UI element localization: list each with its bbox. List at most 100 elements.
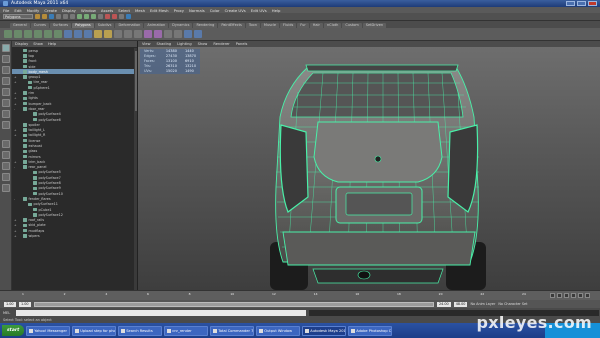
menu-item[interactable]: Color [210, 8, 220, 13]
close-button[interactable] [588, 1, 597, 6]
taskbar-button[interactable]: Output Window [256, 325, 301, 336]
outliner-row[interactable]: + wipers [12, 233, 137, 238]
split-polygon-icon[interactable] [144, 30, 152, 38]
menu-item[interactable]: Display [62, 8, 76, 13]
open-scene-icon[interactable] [42, 14, 47, 19]
smooth-icon[interactable] [94, 30, 102, 38]
mirror-geometry-icon[interactable] [174, 30, 182, 38]
hypershade-layout-icon[interactable] [1, 184, 10, 192]
poly-cube-icon[interactable] [14, 30, 22, 38]
extract-icon[interactable] [84, 30, 92, 38]
menu-item[interactable]: Edit [14, 8, 21, 13]
expand-toggle-icon[interactable]: - [14, 197, 18, 201]
outliner-menu-item[interactable]: Show [33, 42, 43, 46]
expand-toggle-icon[interactable]: - [14, 165, 18, 169]
append-polygon-icon[interactable] [134, 30, 142, 38]
persp-outliner-layout-icon[interactable] [1, 162, 10, 170]
snap-point-icon[interactable] [91, 14, 96, 19]
viewport-menu-item[interactable]: Show [198, 42, 208, 46]
snap-grid-icon[interactable] [77, 14, 82, 19]
snap-curve-icon[interactable] [84, 14, 89, 19]
rotate-tool-icon[interactable] [1, 88, 10, 96]
menu-item[interactable]: Modify [27, 8, 40, 13]
outliner-scrollbar[interactable] [134, 48, 137, 290]
select-tool-icon[interactable] [1, 44, 10, 52]
anim-start-field[interactable]: 1.00 [19, 301, 31, 307]
viewport-menu-item[interactable]: Panels [236, 42, 248, 46]
taskbar-button[interactable]: cnr_render [164, 325, 209, 336]
viewport-menu-item[interactable]: Lighting [177, 42, 192, 46]
perspective-viewport[interactable]: View Shading Lighting Show Renderer Panels Ve… [138, 41, 600, 290]
expand-toggle-icon[interactable]: + [14, 75, 18, 79]
outliner-menu-item[interactable]: Display [15, 42, 28, 46]
viewport-menu-item[interactable]: View [142, 42, 151, 46]
menu-item[interactable]: Mesh [135, 8, 145, 13]
expand-toggle-icon[interactable]: - [14, 107, 18, 111]
menu-item[interactable]: Normals [189, 8, 205, 13]
viewport-menu-item[interactable]: Shading [157, 42, 172, 46]
menu-item[interactable]: Edit Mesh [150, 8, 169, 13]
character-set-label[interactable]: No Character Set [498, 302, 527, 306]
taskbar-button[interactable]: Search Results [118, 325, 163, 336]
go-to-end-icon[interactable] [585, 293, 590, 298]
persp-graph-layout-icon[interactable] [1, 173, 10, 181]
move-tool-icon[interactable] [1, 77, 10, 85]
select-object-icon[interactable] [63, 14, 68, 19]
menu-item[interactable]: File [3, 8, 9, 13]
car-wireframe-model[interactable] [138, 47, 600, 290]
menu-set-select[interactable]: Polygons [3, 14, 33, 19]
extrude-icon[interactable] [114, 30, 122, 38]
select-component-icon[interactable] [70, 14, 75, 19]
combine-icon[interactable] [64, 30, 72, 38]
new-scene-icon[interactable] [35, 14, 40, 19]
menu-item[interactable]: Help [272, 8, 281, 13]
render-settings-icon[interactable] [119, 14, 124, 19]
maximize-button[interactable] [577, 1, 586, 6]
lasso-tool-icon[interactable] [1, 55, 10, 63]
minimize-button[interactable] [566, 1, 575, 6]
render-icon[interactable] [105, 14, 110, 19]
mel-toggle[interactable]: MEL [3, 311, 13, 315]
last-tool-icon[interactable] [1, 121, 10, 129]
planar-mapping-icon[interactable] [184, 30, 192, 38]
single-perspective-layout-icon[interactable] [1, 140, 10, 148]
boolean-icon[interactable] [104, 30, 112, 38]
go-to-start-icon[interactable] [550, 293, 555, 298]
poly-plane-icon[interactable] [44, 30, 52, 38]
uv-editor-icon[interactable] [194, 30, 202, 38]
range-start-field[interactable]: 1.00 [4, 301, 16, 307]
menu-item[interactable]: Create [44, 8, 57, 13]
step-forward-icon[interactable] [578, 293, 583, 298]
merge-vertices-icon[interactable] [164, 30, 172, 38]
menu-item[interactable]: Select [118, 8, 130, 13]
expand-toggle-icon[interactable]: + [14, 80, 18, 84]
save-scene-icon[interactable] [49, 14, 54, 19]
expand-toggle-icon[interactable]: + [14, 218, 18, 222]
taskbar-button[interactable]: Adobe Photoshop CS4 ... [348, 325, 393, 336]
expand-toggle-icon[interactable]: + [14, 160, 18, 164]
command-input[interactable] [16, 309, 306, 316]
expand-toggle-icon[interactable]: + [14, 223, 18, 227]
separate-icon[interactable] [74, 30, 82, 38]
select-hierarchy-icon[interactable] [56, 14, 61, 19]
start-button[interactable]: start [2, 325, 25, 336]
expand-toggle-icon[interactable]: + [14, 91, 18, 95]
menu-item[interactable]: Proxy [174, 8, 184, 13]
range-slider[interactable] [34, 301, 434, 307]
ipr-render-icon[interactable] [112, 14, 117, 19]
insert-edge-loop-icon[interactable] [154, 30, 162, 38]
menu-item[interactable]: Assets [101, 8, 113, 13]
outliner-scroll-thumb[interactable] [134, 51, 137, 111]
expand-toggle-icon[interactable]: + [14, 234, 18, 238]
expand-toggle-icon[interactable]: + [14, 128, 18, 132]
expand-toggle-icon[interactable]: + [14, 229, 18, 233]
history-icon[interactable] [98, 14, 103, 19]
play-back-icon[interactable] [564, 293, 569, 298]
poly-cylinder-icon[interactable] [24, 30, 32, 38]
bridge-icon[interactable] [124, 30, 132, 38]
viewport-menu-item[interactable]: Renderer [213, 42, 229, 46]
four-view-layout-icon[interactable] [1, 151, 10, 159]
anim-layer-label[interactable]: No Anim Layer [470, 302, 495, 306]
taskbar-button[interactable]: Upload step for photosh... [72, 325, 117, 336]
scale-tool-icon[interactable] [1, 99, 10, 107]
